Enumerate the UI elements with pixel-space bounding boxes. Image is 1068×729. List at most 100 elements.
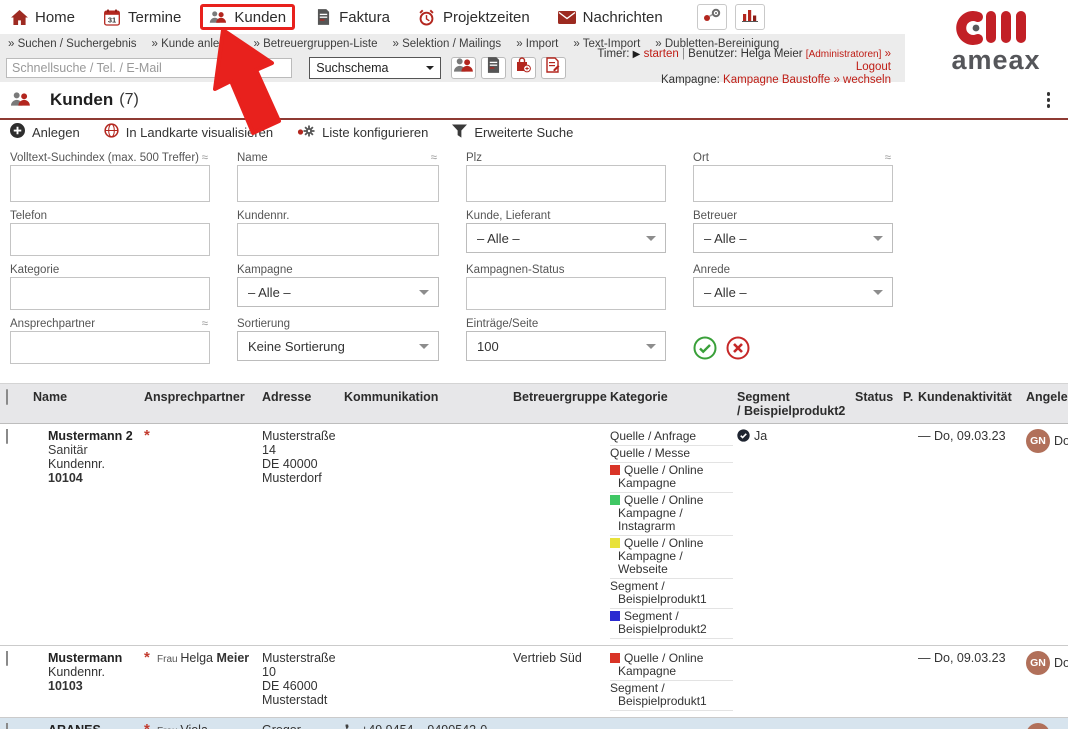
field-label: Plz [466,152,482,164]
cancel-button[interactable] [726,336,750,360]
nav-item-projektzeiten[interactable]: Projektzeiten [418,9,530,26]
telefon-input[interactable] [10,223,210,256]
field-label: Einträge/Seite [466,318,538,330]
nav-item-label: Faktura [339,9,390,26]
field-label: Sortierung [237,318,290,330]
select-all-checkbox[interactable] [6,389,8,405]
required-asterisk-icon: * [144,429,157,639]
angelegt-text: Do [1054,651,1068,670]
chart-icon-button[interactable] [735,4,765,30]
customer-name-link[interactable]: Mustermann [48,651,140,665]
row-checkbox[interactable] [6,651,8,666]
status-cell [855,651,903,711]
segment-cell [737,723,855,729]
kategorie-cell [610,723,737,729]
anrede-select[interactable]: – Alle – [693,277,893,307]
timer-start-link[interactable]: starten [644,48,679,60]
toolbar-erweiterte-suche[interactable]: Erweiterte Suche [452,124,573,141]
user-label: Benutzer: [688,48,737,60]
column-header-status: Status [855,390,903,418]
people-icon-button[interactable] [451,57,476,79]
campaign-name[interactable]: Kampagne Baustoffe [723,74,830,86]
p-cell [903,429,918,639]
table-row[interactable]: ARANES GmbH & Co. KG * Frau Viola Rotttm… [0,718,1068,729]
nav-item-label: Termine [128,9,181,26]
select-value: – Alle – [477,231,520,246]
column-header-adresse: Adresse [262,390,344,418]
breadcrumb-item[interactable]: » Suchen / Suchergebnis [8,38,137,50]
toolbar-label: Erweiterte Suche [474,125,573,140]
kampagnen-status-input[interactable] [466,277,666,310]
customer-number: Kundennr. 10103 [48,665,140,693]
invoice-icon [314,9,332,26]
column-header-ansprechpartner: Ansprechpartner [144,390,262,418]
nav-item-label: Kunden [234,9,286,26]
breadcrumb-item[interactable]: » Selektion / Mailings [393,38,502,50]
breadcrumb-item[interactable]: » Betreuergruppen-Liste [253,38,377,50]
kundennr--input[interactable] [237,223,439,256]
bag-icon-button[interactable] [511,57,536,79]
kategorie-input[interactable] [10,277,210,310]
customer-name-link[interactable]: ARANES GmbH & Co. KG [48,723,140,729]
address-cell: Musterstraße14DE 40000Musterdorf [262,429,344,639]
funnel-icon [452,124,467,141]
ansprechpartner-input[interactable] [10,331,210,364]
alarm-icon [418,9,436,26]
table-row[interactable]: Mustermann Kundennr. 10103 * Frau Helga … [0,646,1068,718]
breadcrumb-item[interactable]: » Kunde anlegen [152,38,239,50]
chart-icon [742,8,758,27]
confirm-button[interactable] [693,336,717,360]
field-label: Ansprechpartner [10,318,95,330]
mail-icon [558,9,576,26]
betreuer-select[interactable]: – Alle – [693,223,893,253]
invoice-icon [487,57,500,78]
segment-value: Ja [754,429,767,443]
category-item: Segment / Beispielprodukt1 [610,681,733,711]
angelegt-text: Di [1054,723,1066,729]
field-telefon: Telefon [10,209,210,256]
kebab-menu[interactable] [1043,88,1055,112]
nav-item-home[interactable]: Home [10,9,75,26]
toolbar-in-landkarte-visualisieren[interactable]: In Landkarte visualisieren [104,123,273,141]
user-name: Helga Meier [741,48,803,60]
chevron-down-icon [873,290,883,300]
nav-item-termine[interactable]: 31 Termine [103,9,181,26]
nav-item-faktura[interactable]: Faktura [314,9,390,26]
volltext-suchindex-max-500-treffer--input[interactable] [10,165,210,202]
building-icon [33,430,44,639]
toolbar-liste-konfigurieren[interactable]: Liste konfigurieren [297,124,428,141]
campaign-switch-link[interactable]: » wechseln [833,74,891,86]
invoice-icon-button[interactable] [481,57,506,79]
select-value: 100 [477,339,499,354]
doc-edit-icon-button[interactable] [541,57,566,79]
field-sortierung: Sortierung Keine Sortierung [237,317,439,364]
name-input[interactable] [237,165,439,202]
eintr-ge-seite-select[interactable]: 100 [466,331,666,361]
row-checkbox[interactable] [6,429,8,444]
kunde-lieferant-select[interactable]: – Alle – [466,223,666,253]
nav-item-nachrichten[interactable]: Nachrichten [558,9,663,26]
breadcrumb-item[interactable]: » Import [516,38,558,50]
kampagne-select[interactable]: – Alle – [237,277,439,307]
betreuergruppe-cell [513,723,610,729]
badge-check-icon [737,429,750,445]
search-schema-select[interactable]: Suchschema [309,57,441,79]
ort-input[interactable] [693,165,893,202]
table-row[interactable]: Mustermann 2 Sanitär Kundennr. 10104 * M… [0,424,1068,646]
workflow-icon-button[interactable] [697,4,727,30]
page-title: Kunden [50,90,113,110]
approx-symbol: ≈ [431,152,439,164]
field-label: Kunde, Lieferant [466,210,550,222]
nav-item-kunden[interactable]: Kunden [209,9,286,26]
row-checkbox[interactable] [6,723,8,729]
plz-input[interactable] [466,165,666,202]
quick-search-input[interactable] [6,58,292,78]
field-ansprechpartner: Ansprechpartner≈ [10,317,210,364]
sortierung-select[interactable]: Keine Sortierung [237,331,439,361]
customer-name-link[interactable]: Mustermann 2 [48,429,140,443]
column-header-kommunikation: Kommunikation [344,390,513,418]
toolbar-anlegen[interactable]: Anlegen [10,123,80,141]
approx-symbol: ≈ [202,152,210,164]
category-item: Quelle / Messe [610,446,733,463]
select-value: – Alle – [704,285,747,300]
